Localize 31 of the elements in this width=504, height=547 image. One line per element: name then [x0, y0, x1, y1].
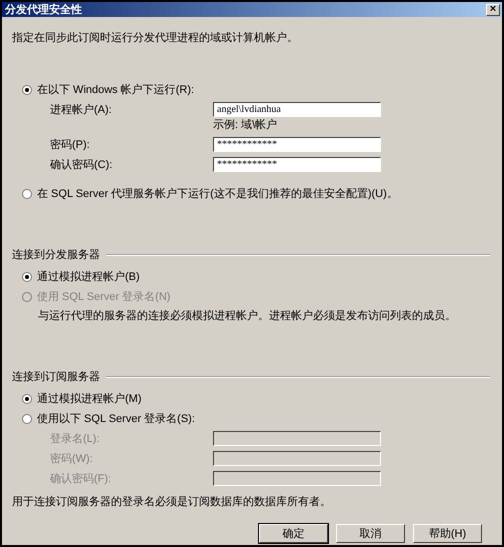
dialog-button[interactable]: 帮助(H): [413, 524, 482, 543]
radio-label[interactable]: 在以下 Windows 帐户下运行(R):: [37, 82, 194, 97]
window-title: 分发代理安全性: [5, 2, 82, 17]
section-heading: 连接到订阅服务器: [12, 370, 100, 384]
field-label: 密码(P):: [50, 138, 91, 152]
input-field[interactable]: angel\lvdianhua: [213, 102, 381, 117]
field-label: 确认密码(F):: [50, 472, 112, 486]
note-text: 用于连接订阅服务器的登录名必须是订阅数据库的数据库所有者。: [12, 494, 332, 509]
input-field[interactable]: ************: [213, 137, 381, 152]
radio-label[interactable]: 使用以下 SQL Server 登录名(S):: [37, 411, 195, 426]
radio-button[interactable]: [22, 84, 32, 94]
note-text: 与运行代理的服务器的连接必须模拟进程帐户。进程帐户必须是发布访问列表的成员。: [38, 308, 457, 323]
radio-button[interactable]: [22, 394, 32, 404]
input-field[interactable]: ************: [213, 157, 381, 172]
description-text: 指定在同步此订阅时运行分发代理进程的域或计算机帐户。: [12, 30, 299, 45]
close-button[interactable]: ×: [486, 4, 500, 16]
section-heading: 连接到分发服务器: [12, 248, 100, 262]
radio-button[interactable]: [22, 414, 32, 424]
radio-label[interactable]: 在 SQL Server 代理服务帐户下运行(这不是我们推荐的最佳安全配置)(U)。: [37, 186, 398, 201]
radio-label[interactable]: 通过模拟进程帐户(M): [37, 391, 142, 406]
field-label: 进程帐户(A):: [50, 102, 113, 117]
radio-button[interactable]: [22, 188, 32, 198]
field-label: 密码(W):: [50, 452, 94, 466]
field-label: 确认密码(C):: [50, 158, 114, 172]
radio-label[interactable]: 通过模拟进程帐户(B): [37, 269, 140, 284]
dialog-button[interactable]: 确定: [259, 524, 328, 543]
radio-label: 使用 SQL Server 登录名(N): [37, 290, 170, 304]
radio-button[interactable]: [22, 272, 32, 282]
field-label: 登录名(L):: [50, 432, 100, 446]
hint-text: 示例: 域\帐户: [213, 118, 278, 132]
dialog-button[interactable]: 取消: [336, 524, 405, 543]
